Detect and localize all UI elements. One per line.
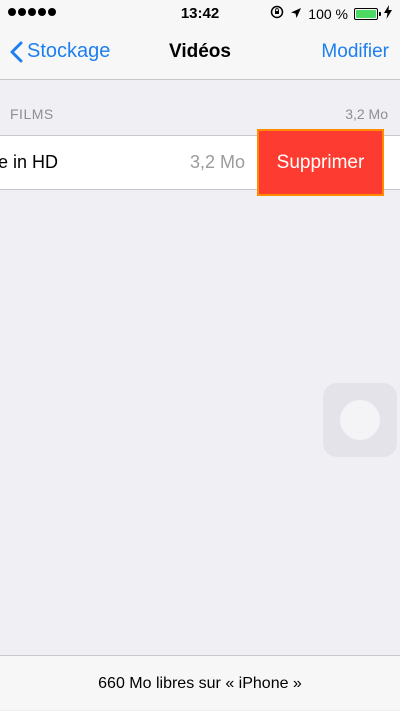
- assistive-touch-icon: [340, 400, 380, 440]
- status-indicators: 100 %: [270, 5, 392, 22]
- video-size: 3,2 Mo: [189, 152, 245, 172]
- section-header: FILMS 3,2 Mo: [0, 106, 400, 126]
- rotation-lock-icon: [270, 5, 284, 22]
- battery-fill: [356, 9, 376, 18]
- video-name: e in HD: [0, 152, 59, 172]
- charging-bolt-icon: [384, 5, 392, 22]
- battery-percentage: 100 %: [308, 5, 348, 22]
- edit-button[interactable]: Modifier: [321, 41, 389, 63]
- navigation-bar: Stockage Vidéos Modifier: [0, 28, 400, 80]
- section-total-size: 3,2 Mo: [345, 106, 388, 122]
- location-arrow-icon: [290, 6, 302, 22]
- back-button-label: Stockage: [27, 40, 111, 62]
- chevron-left-icon: [10, 41, 23, 62]
- status-bar: 13:42 100 %: [0, 0, 400, 28]
- back-button[interactable]: Stockage: [10, 40, 110, 63]
- section-title: FILMS: [10, 106, 54, 122]
- battery-icon: [354, 7, 381, 20]
- storage-footer: 660 Mo libres sur « iPhone »: [0, 655, 400, 710]
- assistive-touch-button[interactable]: [323, 383, 397, 457]
- delete-button[interactable]: Supprimer: [257, 129, 384, 196]
